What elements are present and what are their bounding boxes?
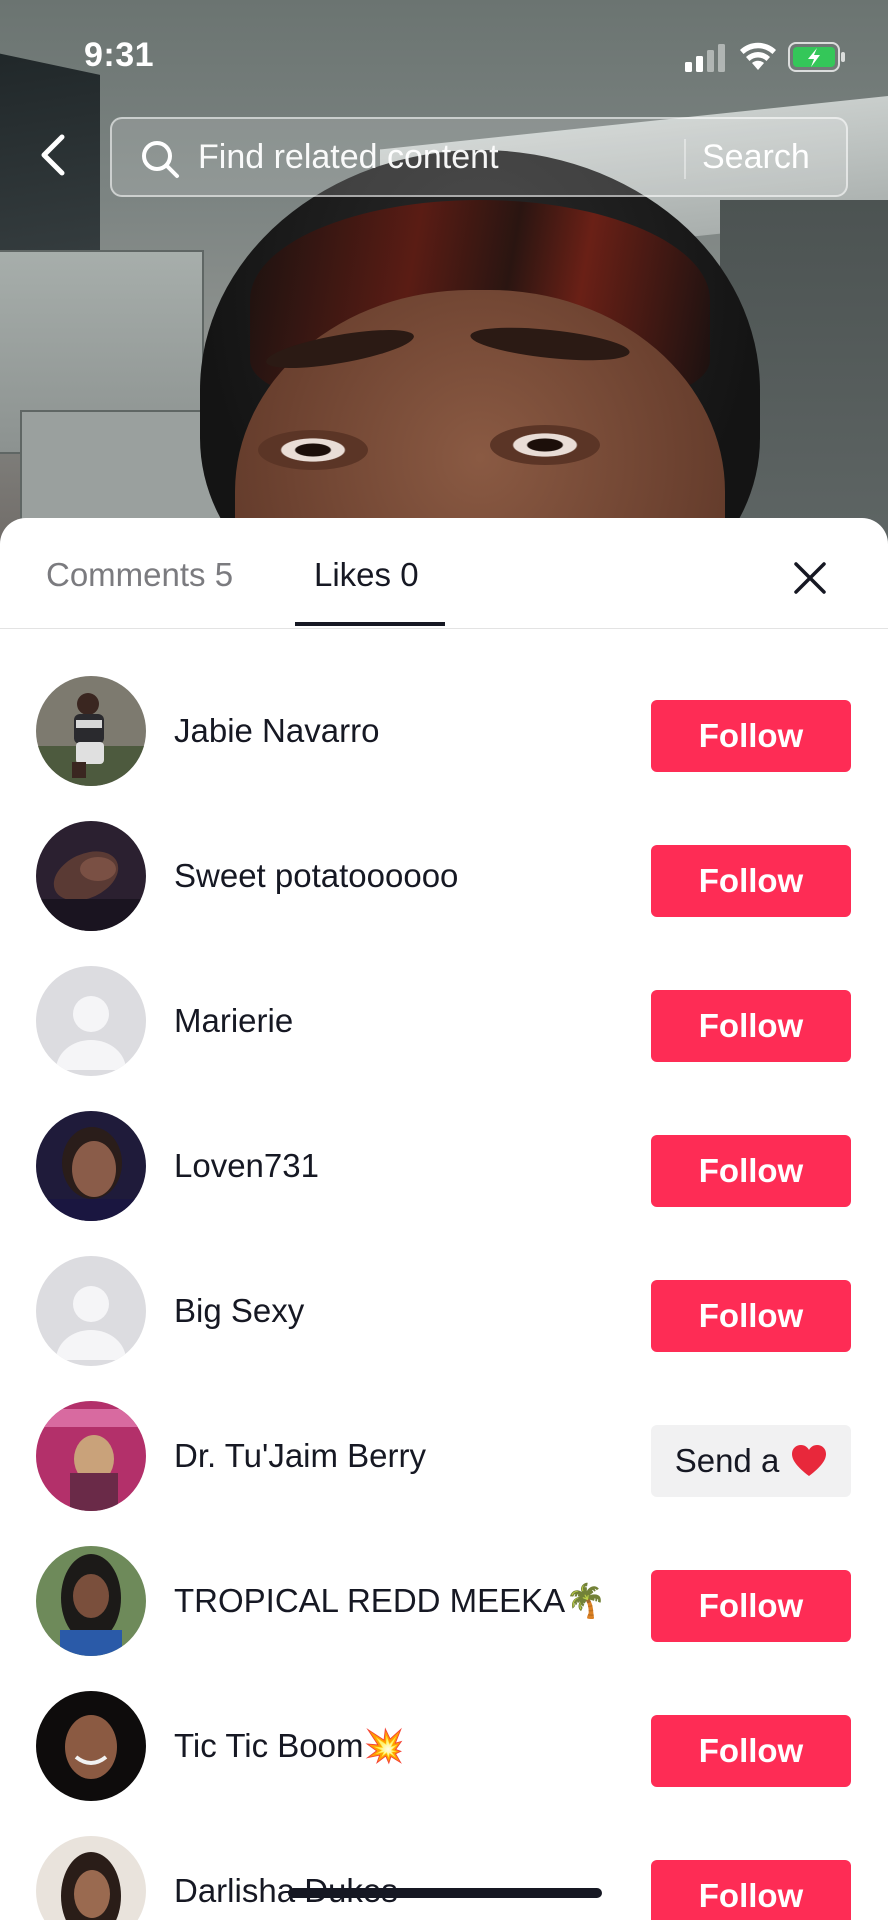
tab-active-indicator	[295, 622, 445, 626]
close-icon[interactable]	[790, 558, 830, 598]
search-button[interactable]: Search	[702, 138, 810, 177]
follow-button[interactable]: Follow	[651, 1715, 851, 1787]
username[interactable]: Sweet potatoooooo	[174, 857, 458, 895]
follow-button[interactable]: Follow	[651, 1570, 851, 1642]
video-eye	[490, 425, 600, 465]
chevron-left-icon	[41, 134, 65, 176]
cellular-signal-icon	[685, 44, 725, 72]
send-heart-button[interactable]: Send a	[651, 1425, 851, 1497]
list-item: TROPICAL REDD MEEKA🌴 Follow	[0, 1535, 888, 1680]
username[interactable]: Marierie	[174, 1002, 293, 1040]
search-icon	[142, 141, 179, 178]
search-divider	[684, 139, 686, 179]
status-time: 9:31	[84, 36, 155, 74]
back-button[interactable]	[30, 130, 74, 180]
avatar[interactable]	[36, 676, 146, 786]
follow-button[interactable]: Follow	[651, 700, 851, 772]
battery-charging-icon	[788, 42, 845, 72]
screen: 9:31 Find related content Search Comment…	[0, 0, 888, 1920]
search-input[interactable]: Find related content Search	[110, 117, 848, 197]
username[interactable]: Tic Tic Boom💥	[174, 1727, 405, 1766]
follow-button[interactable]: Follow	[651, 990, 851, 1062]
avatar[interactable]	[36, 1836, 146, 1920]
list-item: Dr. Tu'Jaim Berry Send a	[0, 1390, 888, 1535]
avatar[interactable]	[36, 821, 146, 931]
username[interactable]: TROPICAL REDD MEEKA🌴	[174, 1582, 606, 1621]
list-item: Tic Tic Boom💥 Follow	[0, 1680, 888, 1825]
username[interactable]: Big Sexy	[174, 1292, 304, 1330]
avatar[interactable]	[36, 1691, 146, 1801]
default-avatar-icon[interactable]	[36, 1256, 146, 1366]
list-item: Loven731 Follow	[0, 1100, 888, 1245]
list-item: Sweet potatoooooo Follow	[0, 810, 888, 955]
avatar[interactable]	[36, 1111, 146, 1221]
follow-button[interactable]: Follow	[651, 845, 851, 917]
avatar[interactable]	[36, 1401, 146, 1511]
list-item: Jabie Navarro Follow	[0, 665, 888, 810]
tab-comments[interactable]: Comments 5	[46, 556, 233, 594]
follow-button[interactable]: Follow	[651, 1860, 851, 1920]
search-placeholder: Find related content	[198, 138, 499, 176]
heart-icon	[792, 1445, 827, 1476]
follow-button[interactable]: Follow	[651, 1135, 851, 1207]
video-eye	[258, 430, 368, 470]
follow-button[interactable]: Follow	[651, 1280, 851, 1352]
tab-bar: Comments 5 Likes 0	[0, 518, 888, 629]
likes-sheet: Comments 5 Likes 0 Jabie Navarro Follow …	[0, 518, 888, 1920]
wifi-icon	[740, 42, 776, 70]
list-item: Darlisha Dukes Follow	[0, 1825, 888, 1920]
list-item: Big Sexy Follow	[0, 1245, 888, 1390]
tab-likes[interactable]: Likes 0	[314, 556, 419, 594]
username[interactable]: Dr. Tu'Jaim Berry	[174, 1437, 426, 1475]
list-item: Marierie Follow	[0, 955, 888, 1100]
avatar[interactable]	[36, 1546, 146, 1656]
username[interactable]: Loven731	[174, 1147, 319, 1185]
status-bar: 9:31	[0, 0, 888, 110]
home-indicator[interactable]	[288, 1888, 602, 1898]
username[interactable]: Jabie Navarro	[174, 712, 379, 750]
default-avatar-icon[interactable]	[36, 966, 146, 1076]
send-heart-label: Send a	[674, 1442, 780, 1479]
